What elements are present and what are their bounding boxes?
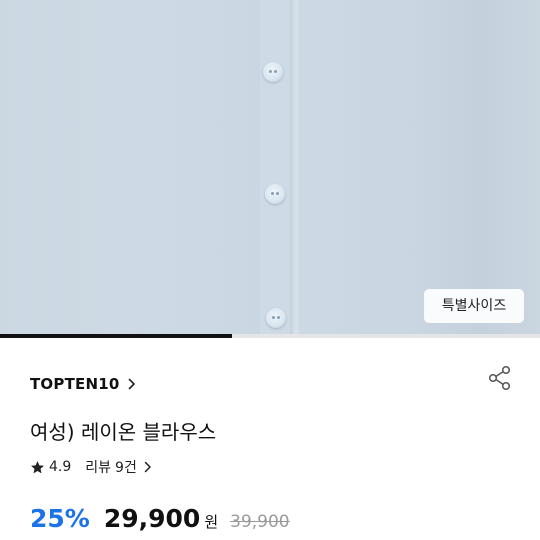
price-row: 25% 29,900 원 39,900 [30,504,290,540]
shirt-button-3 [266,308,286,328]
shirt-fold [420,0,540,336]
image-carousel-progress [0,334,540,338]
review-count: 9건 [115,460,137,476]
rating-reviews-link[interactable]: 4.9 리뷰 9건 [30,457,155,477]
star-icon [31,460,44,473]
original-price: 39,900 [230,512,290,532]
image-shading [0,0,260,336]
brand-link[interactable]: TOPTEN10 [30,372,139,396]
discount-rate: 25% [30,504,90,533]
shirt-button-2 [265,184,285,204]
review-label: 리뷰 [85,460,112,476]
chevron-right-icon [144,461,151,473]
product-title: 여성) 레이온 블라우스 [30,420,217,444]
currency-unit: 원 [204,513,219,531]
chevron-right-icon [129,378,136,390]
size-badge: 특별사이즈 [424,289,524,323]
brand-name: TOPTEN10 [30,375,120,393]
shirt-button-1 [263,62,283,82]
shirt-placket [290,0,302,336]
sale-price: 29,900 [103,504,201,533]
image-carousel-progress-fill [0,334,233,338]
rating-score: 4.9 [49,459,72,475]
product-image[interactable]: 특별사이즈 [0,0,540,336]
share-icon[interactable] [486,364,514,392]
